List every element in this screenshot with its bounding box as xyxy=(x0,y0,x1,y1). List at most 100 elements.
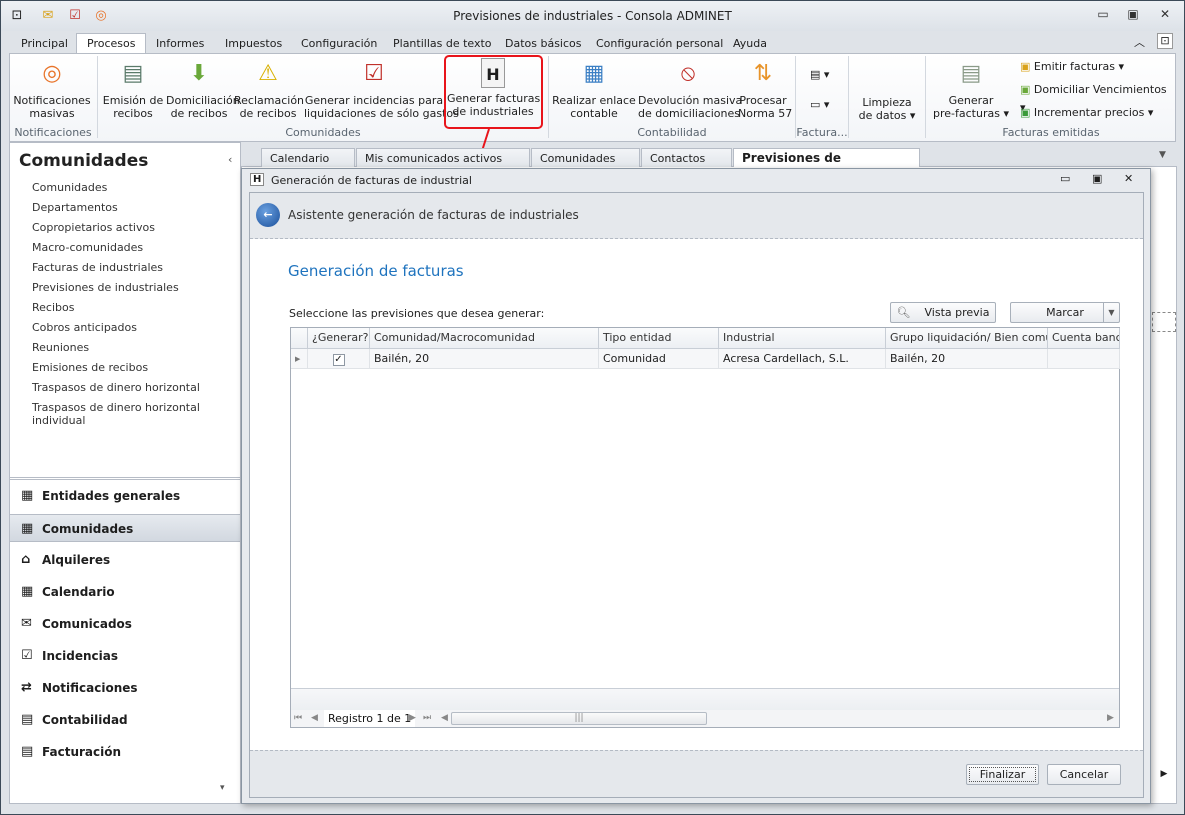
domiciliacion-recibos-button[interactable]: ⬇ Domiciliación de recibos xyxy=(166,58,240,120)
separator xyxy=(848,56,849,138)
generar-checkbox[interactable]: ✓ xyxy=(308,349,370,369)
prev-record-icon[interactable]: ◀ xyxy=(311,710,318,727)
horizontal-scrollbar-thumb[interactable]: ||| xyxy=(451,712,707,725)
sidebar-item[interactable]: Comunidades xyxy=(32,181,107,194)
emision-recibos-button[interactable]: ▤ Emisión de recibos xyxy=(102,58,164,120)
reclamacion-recibos-button[interactable]: ⚠ Reclamación de recibos xyxy=(234,58,304,120)
column-header[interactable]: Comunidad/Macrocomunidad xyxy=(370,328,599,349)
marcar-split-button[interactable]: Marcar ▼ xyxy=(1010,302,1120,323)
nav-item[interactable]: ▦ Entidades generales xyxy=(10,482,240,510)
nav-item[interactable]: ☑ Incidencias xyxy=(10,642,240,670)
column-header[interactable]: Industrial xyxy=(719,328,886,349)
tab-datos-basicos[interactable]: Datos básicos xyxy=(495,35,592,53)
vista-previa-button[interactable]: 🔍︎ Vista previa xyxy=(890,302,996,323)
factura-34-dropdown[interactable]: ▤ ▾ xyxy=(810,66,829,84)
sidebar-item[interactable]: Facturas de industriales xyxy=(32,261,163,274)
dialog-close-button[interactable]: ✕ xyxy=(1124,172,1133,185)
cancelar-button[interactable]: Cancelar xyxy=(1047,764,1121,785)
nav-overflow-icon[interactable]: ▾ xyxy=(220,783,225,793)
sidebar-item[interactable]: Traspasos de dinero horizontal individua… xyxy=(32,401,240,427)
tab-informes[interactable]: Informes xyxy=(146,35,214,53)
minimize-button[interactable]: ▭ xyxy=(1093,7,1113,23)
back-arrow-icon[interactable]: ← xyxy=(256,203,280,227)
tab-principal[interactable]: Principal xyxy=(11,35,78,53)
nav-item[interactable]: ⌂ Alquileres xyxy=(10,546,240,574)
domiciliar-vencimientos-button[interactable]: ▣ Domiciliar Vencimientos ▾ xyxy=(1020,81,1175,114)
factura-list-dropdown[interactable]: ▭ ▾ xyxy=(810,96,829,114)
dialog-maximize-button[interactable]: ▣ xyxy=(1092,172,1102,185)
nav-label: Incidencias xyxy=(42,649,118,663)
column-header[interactable]: Cuenta banca xyxy=(1048,328,1120,349)
n57-arrows-icon: ⇅ xyxy=(753,61,773,86)
sidebar-item[interactable]: Copropietarios activos xyxy=(32,221,155,234)
realizar-enlace-contable-button[interactable]: ▦ Realizar enlace contable xyxy=(552,58,636,120)
emitir-facturas-button[interactable]: ▣ Emitir facturas ▾ xyxy=(1020,58,1124,76)
nav-item[interactable]: ▦ Comunidades xyxy=(10,514,240,542)
doc-tab-calendario[interactable]: Calendario xyxy=(261,148,355,167)
column-header[interactable]: Tipo entidad xyxy=(599,328,719,349)
sidebar-item[interactable]: Macro-comunidades xyxy=(32,241,143,254)
column-header[interactable]: ¿Generar? xyxy=(308,328,370,349)
nav-label: Comunidades xyxy=(42,522,134,536)
tab-plantillas[interactable]: Plantillas de texto xyxy=(383,35,502,53)
tab-configuracion-personal[interactable]: Configuración personal xyxy=(586,35,733,53)
doc-tab-contactos[interactable]: Contactos xyxy=(641,148,732,167)
nav-item[interactable]: ✉ Comunicados xyxy=(10,610,240,638)
scroll-right-icon[interactable]: ▶ xyxy=(1154,764,1174,784)
sidebar-item[interactable]: Emisiones de recibos xyxy=(32,361,148,374)
tab-procesos[interactable]: Procesos xyxy=(76,33,147,54)
nav-item[interactable]: ▦ Calendario xyxy=(10,578,240,606)
sidebar-item[interactable]: Cobros anticipados xyxy=(32,321,137,334)
notificaciones-masivas-button[interactable]: ◎ Notificaciones masivas xyxy=(12,58,92,120)
cell-comunidad: Bailén, 20 xyxy=(370,349,599,369)
tab-configuracion[interactable]: Configuración xyxy=(291,35,387,53)
next-record-icon[interactable]: ▶ xyxy=(409,710,416,727)
tab-list-dropdown-icon[interactable]: ▼ xyxy=(1159,150,1166,160)
nav-item[interactable]: ▤ Contabilidad xyxy=(10,706,240,734)
label: Vista previa xyxy=(924,306,990,319)
doc-tab-previsiones[interactable]: Previsiones de industriales ✕ xyxy=(733,148,920,184)
finalizar-button[interactable]: Finalizar xyxy=(966,764,1039,785)
nav-icon: ▦ xyxy=(21,584,34,599)
doc-tab-comunidades[interactable]: Comunidades xyxy=(531,148,640,167)
doc-tab-comunicados[interactable]: Mis comunicados activos xyxy=(356,148,530,167)
scroll-right-icon[interactable]: ▶ xyxy=(1107,710,1114,727)
section-heading: Generación de facturas xyxy=(288,262,464,280)
splitter[interactable] xyxy=(10,477,240,480)
document-coins-icon: ▤ xyxy=(960,61,982,86)
wizard-title: Asistente generación de facturas de indu… xyxy=(288,208,579,222)
tab-impuestos[interactable]: Impuestos xyxy=(215,35,292,53)
nav-item[interactable]: ▤ Facturación xyxy=(10,738,240,766)
nav-label: Contabilidad xyxy=(42,713,128,727)
app-icon[interactable]: ⊡ xyxy=(1157,33,1173,49)
invoice-h-icon: H xyxy=(250,173,265,186)
sidebar-item[interactable]: Departamentos xyxy=(32,201,118,214)
record-counter: Registro 1 de 1 xyxy=(324,710,416,727)
collapse-panel-icon[interactable]: ‹ xyxy=(228,153,232,166)
label: Domiciliación de recibos xyxy=(166,94,240,120)
generar-incidencias-button[interactable]: ☑ Generar incidencias para liquidaciones … xyxy=(304,58,459,120)
nav-label: Calendario xyxy=(42,585,115,599)
first-record-icon[interactable]: ⏮ xyxy=(294,710,302,727)
sidebar-item[interactable]: Previsiones de industriales xyxy=(32,281,179,294)
close-button[interactable]: ✕ xyxy=(1155,7,1175,23)
nav-icon: ▤ xyxy=(21,712,34,727)
last-record-icon[interactable]: ⏭ xyxy=(423,710,431,727)
sidebar-item[interactable]: Traspasos de dinero horizontal xyxy=(32,381,200,394)
incrementar-precios-button[interactable]: ▣ Incrementar precios ▾ xyxy=(1020,104,1153,122)
maximize-button[interactable]: ▣ xyxy=(1123,7,1143,23)
nav-item[interactable]: ⇄ Notificaciones xyxy=(10,674,240,702)
increase-price-icon: ▣ xyxy=(1020,106,1031,119)
devolucion-masiva-button[interactable]: ⦸ Devolución masiva de domiciliaciones xyxy=(638,58,742,120)
scroll-left-icon[interactable]: ◀ xyxy=(441,710,448,727)
procesar-norma57-button[interactable]: ⇅ Procesar Norma 57 xyxy=(738,58,792,120)
generar-prefacturas-button[interactable]: ▤ Generar pre-facturas ▾ xyxy=(930,58,1012,120)
column-header[interactable]: Grupo liquidación/ Bien común xyxy=(886,328,1048,349)
dropdown-arrow-icon[interactable]: ▼ xyxy=(1103,303,1119,322)
sidebar-item[interactable]: Reuniones xyxy=(32,341,89,354)
dialog-minimize-button[interactable]: ▭ xyxy=(1060,172,1070,185)
collapse-ribbon-icon[interactable]: ︿ xyxy=(1134,34,1145,50)
sidebar-item[interactable]: Recibos xyxy=(32,301,74,314)
tab-ayuda[interactable]: Ayuda xyxy=(723,35,777,53)
limpieza-datos-button[interactable]: Limpieza de datos ▾ xyxy=(852,96,922,122)
